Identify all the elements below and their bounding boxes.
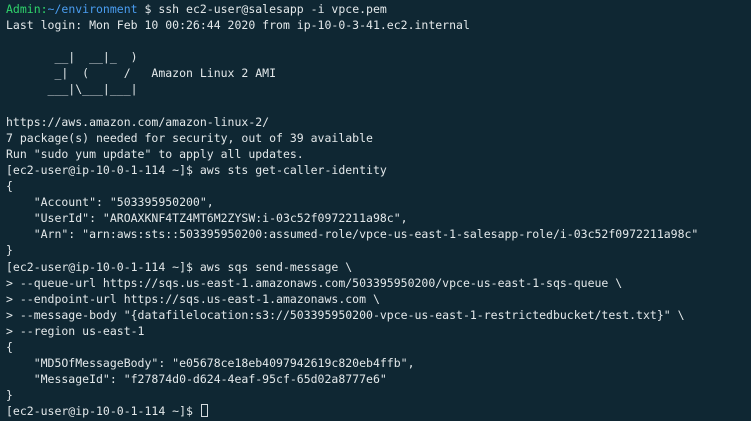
terminal-line: [ec2-user@ip-10-0-1-114 ~]$ aws sts get-… xyxy=(6,162,745,178)
terminal-text: 7 package(s) needed for security, out of… xyxy=(6,130,373,145)
terminal-line: } xyxy=(6,242,745,258)
terminal-line: 7 package(s) needed for security, out of… xyxy=(6,130,745,146)
terminal-line: Run "sudo yum update" to apply all updat… xyxy=(6,146,745,162)
terminal-text: "UserId": "AROAXKNF4TZ4MT6M2ZYSW:i-03c52… xyxy=(6,211,408,226)
terminal-text: https://aws.amazon.com/amazon-linux-2/ xyxy=(6,114,270,129)
terminal-line: > --message-body "{datafilelocation:s3:/… xyxy=(6,307,745,323)
terminal-text: } xyxy=(6,388,13,403)
terminal-line: } xyxy=(6,387,745,403)
terminal-text: { xyxy=(6,339,13,354)
terminal-line: ___|\___|___| xyxy=(6,81,745,97)
terminal-text: "MessageId": "f27874d0-d624-4eaf-95cf-65… xyxy=(6,372,387,387)
terminal-line: "Account": "503395950200", xyxy=(6,194,745,210)
terminal-line: Last login: Mon Feb 10 00:26:44 2020 fro… xyxy=(6,17,745,33)
terminal-line: { xyxy=(6,339,745,355)
terminal-text: [ec2-user@ip-10-0-1-114 ~]$ aws sts get-… xyxy=(6,162,387,177)
terminal-line: > --endpoint-url https://sqs.us-east-1.a… xyxy=(6,291,745,307)
terminal-line: "MessageId": "f27874d0-d624-4eaf-95cf-65… xyxy=(6,371,745,387)
terminal-text: ___|\___|___| xyxy=(6,82,138,97)
terminal-text: > --message-body "{datafilelocation:s3:/… xyxy=(6,307,685,322)
terminal-text: _| ( / Amazon Linux 2 AMI xyxy=(6,66,277,81)
terminal-line: [ec2-user@ip-10-0-1-114 ~]$ aws sqs send… xyxy=(6,259,745,275)
terminal-line: "Arn": "arn:aws:sts::503395950200:assume… xyxy=(6,226,745,242)
terminal-text: [ec2-user@ip-10-0-1-114 ~]$ xyxy=(6,404,200,419)
terminal-line: __| __|_ ) xyxy=(6,49,745,65)
terminal-text: __| __|_ ) xyxy=(6,50,138,65)
terminal-text: } xyxy=(6,243,13,258)
terminal-text: "Arn": "arn:aws:sts::503395950200:assume… xyxy=(6,227,699,242)
terminal-line: > --queue-url https://sqs.us-east-1.amaz… xyxy=(6,275,745,291)
terminal-line: Admin:~/environment $ ssh ec2-user@sales… xyxy=(6,1,745,17)
terminal-line: _| ( / Amazon Linux 2 AMI xyxy=(6,65,745,81)
prompt-user: Admin: xyxy=(6,2,48,16)
terminal-line: { xyxy=(6,178,745,194)
terminal-text: "Account": "503395950200", xyxy=(6,195,214,210)
prompt-path: ~/environment xyxy=(47,2,138,16)
terminal-text: $ ssh ec2-user@salesapp -i vpce.pem xyxy=(137,2,387,16)
terminal-line: "UserId": "AROAXKNF4TZ4MT6M2ZYSW:i-03c52… xyxy=(6,210,745,226)
terminal-line: https://aws.amazon.com/amazon-linux-2/ xyxy=(6,114,745,130)
terminal-text: "MD5OfMessageBody": "e05678ce18eb4097942… xyxy=(6,356,415,371)
terminal-line: > --region us-east-1 xyxy=(6,323,745,339)
terminal-text: > --region us-east-1 xyxy=(6,323,145,338)
terminal-text: [ec2-user@ip-10-0-1-114 ~]$ aws sqs send… xyxy=(6,259,353,274)
terminal-text: > --queue-url https://sqs.us-east-1.amaz… xyxy=(6,275,623,290)
terminal-text: > --endpoint-url https://sqs.us-east-1.a… xyxy=(6,291,380,306)
terminal-text: { xyxy=(6,179,13,194)
terminal-text: Run "sudo yum update" to apply all updat… xyxy=(6,146,304,161)
terminal-line: [ec2-user@ip-10-0-1-114 ~]$ xyxy=(6,403,745,419)
terminal-window[interactable]: Admin:~/environment $ ssh ec2-user@sales… xyxy=(0,0,751,421)
terminal-text: Last login: Mon Feb 10 00:26:44 2020 fro… xyxy=(6,18,470,33)
terminal-line: "MD5OfMessageBody": "e05678ce18eb4097942… xyxy=(6,355,745,371)
cursor-icon xyxy=(200,404,208,418)
